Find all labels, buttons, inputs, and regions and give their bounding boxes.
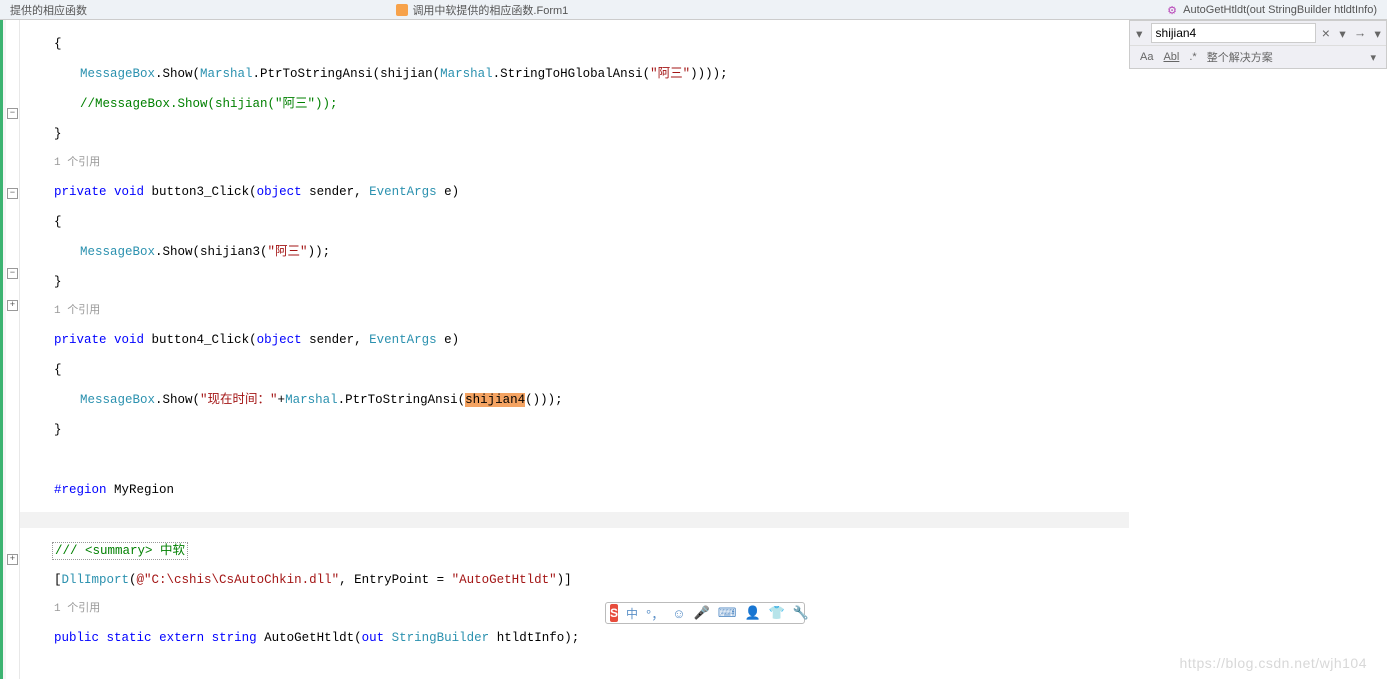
code-line: #region MyRegion — [20, 482, 1387, 498]
fold-toggle[interactable]: − — [7, 188, 18, 199]
ime-toolbar[interactable]: S 中 °， ☺ 🎤 ⌨ 👤 👕 🔧 — [605, 602, 805, 624]
fold-toggle[interactable]: + — [7, 300, 18, 311]
fold-toggle[interactable]: + — [7, 554, 18, 565]
find-input[interactable] — [1151, 23, 1316, 43]
ime-logo-icon: S — [610, 604, 618, 622]
fold-toggle[interactable]: − — [7, 108, 18, 119]
method-icon: ⚙ — [1167, 4, 1179, 16]
find-scope-dropdown[interactable]: ▾ — [1370, 51, 1376, 64]
code-line: { — [20, 214, 1387, 230]
find-opt-regex[interactable]: .* — [1189, 51, 1196, 63]
fold-toggle[interactable]: − — [7, 268, 18, 279]
ime-skin-icon[interactable]: 👕 — [769, 605, 785, 621]
ime-punct-icon[interactable]: °， — [646, 604, 664, 623]
find-opt-case[interactable]: Aa — [1140, 51, 1153, 63]
code-line: MessageBox.Show("现在时间："+Marshal.PtrToStr… — [20, 392, 1387, 408]
ime-settings-icon[interactable]: 🔧 — [793, 605, 809, 621]
code-line: MessageBox.Show(shijian3("阿三")); — [20, 244, 1387, 260]
ime-user-icon[interactable]: 👤 — [744, 605, 760, 621]
fold-gutter: − − − + + — [6, 20, 20, 679]
code-line: } — [20, 274, 1387, 290]
codelens[interactable]: 1 个引用 — [20, 304, 1387, 318]
tab-bar: 提供的相应函数 调用中软提供的相应函数.Form1 ⚙ AutoGetHtldt(… — [0, 0, 1387, 20]
find-clear-icon[interactable]: × — [1318, 25, 1335, 41]
code-line: private void button3_Click(object sender… — [20, 184, 1387, 200]
code-line — [20, 452, 1387, 468]
code-line: } — [20, 422, 1387, 438]
code-area[interactable]: { MessageBox.Show(Marshal.PtrToStringAns… — [20, 20, 1387, 679]
find-opt-word[interactable]: Abl — [1163, 51, 1179, 63]
code-line: { — [20, 362, 1387, 378]
csharp-icon — [396, 4, 408, 16]
codelens[interactable]: 1 个引用 — [20, 156, 1387, 170]
find-next-icon[interactable]: → — [1351, 26, 1370, 40]
find-expand-icon[interactable]: ▾ — [1130, 26, 1149, 41]
code-line: /// <summary> 中软 — [20, 542, 1387, 558]
current-line — [20, 512, 1129, 528]
find-history-dropdown[interactable]: ▾ — [1334, 26, 1351, 41]
code-line: private void button4_Click(object sender… — [20, 332, 1387, 348]
editor[interactable]: − − − + + { MessageBox.Show(Marshal.PtrT… — [0, 20, 1387, 679]
nav-tab-mid[interactable]: 调用中软提供的相应函数.Form1 — [386, 0, 578, 20]
code-line: public static extern string AutoGetHtldt… — [20, 630, 1387, 646]
ime-keyboard-icon[interactable]: ⌨ — [718, 605, 737, 621]
tab-label: AutoGetHtldt(out StringBuilder htldtInfo… — [1183, 4, 1377, 16]
ime-mic-icon[interactable]: 🎤 — [694, 605, 710, 621]
ime-mode[interactable]: 中 — [626, 605, 638, 622]
tab-label: 调用中软提供的相应函数.Form1 — [412, 2, 568, 18]
watermark: https://blog.csdn.net/wjh104 — [1179, 655, 1367, 671]
find-close-icon[interactable]: ▾ — [1369, 26, 1386, 41]
code-line: [DllImport(@"C:\cshis\CsAutoChkin.dll", … — [20, 572, 1387, 588]
code-line: //MessageBox.Show(shijian("阿三")); — [20, 96, 1387, 112]
nav-tab-left[interactable]: 提供的相应函数 — [0, 0, 97, 20]
code-line: } — [20, 126, 1387, 142]
tab-label: 提供的相应函数 — [10, 2, 87, 18]
ime-emoji-icon[interactable]: ☺ — [672, 606, 685, 621]
nav-tab-right[interactable]: ⚙ AutoGetHtldt(out StringBuilder htldtInf… — [1157, 2, 1387, 18]
find-panel: ▾ × ▾ → ▾ Aa Abl .* 整个解决方案 ▾ — [1129, 20, 1387, 69]
find-scope[interactable]: 整个解决方案 — [1207, 49, 1273, 65]
